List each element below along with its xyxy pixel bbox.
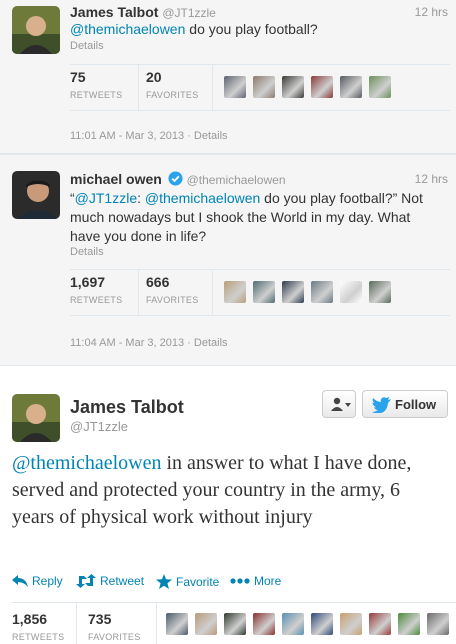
tweet-card: michael owen @themichaelowen 12 hrs “@JT…	[0, 154, 456, 366]
favoriter-avatar[interactable]	[369, 76, 391, 98]
tweet-author-handle[interactable]: @JT1zzle	[162, 6, 216, 20]
favoriter-avatar[interactable]	[398, 613, 420, 635]
tweet-text: @themichaelowen do you play football?	[70, 21, 318, 37]
favoriter-avatar[interactable]	[311, 76, 333, 98]
retweets-stat[interactable]: 1,697 RETWEETS	[70, 274, 122, 305]
favorites-stat[interactable]: 735 FAVORITES	[88, 611, 141, 642]
favoriter-avatar[interactable]	[340, 613, 362, 635]
favoriter-avatar[interactable]	[195, 613, 217, 635]
tweet-author-handle[interactable]: @JT1zzle	[70, 419, 128, 434]
user-dropdown-icon	[331, 397, 351, 411]
favoriter-avatar[interactable]	[224, 281, 246, 303]
bird-icon	[372, 397, 391, 413]
favoriter-avatar[interactable]	[369, 281, 391, 303]
divider	[138, 65, 139, 110]
mention-link[interactable]: @themichaelowen	[145, 190, 260, 206]
favoriter-avatar[interactable]	[282, 76, 304, 98]
details-link[interactable]: Details	[70, 246, 104, 258]
timestamp-details-link[interactable]: Details	[194, 130, 228, 142]
favorites-stat[interactable]: 666 FAVORITES	[146, 274, 199, 305]
retweets-stat[interactable]: 75 RETWEETS	[70, 69, 122, 100]
verified-badge-icon	[168, 171, 183, 186]
retweets-stat[interactable]: 1,856 RETWEETS	[12, 611, 64, 642]
tweet-timestamp: 11:01 AM - Mar 3, 2013 · Details	[70, 130, 228, 142]
avatar[interactable]	[12, 171, 60, 219]
tweet-stats: 75 RETWEETS 20 FAVORITES	[70, 64, 450, 111]
reply-action[interactable]: Reply	[12, 574, 63, 588]
more-action[interactable]: More	[230, 574, 281, 588]
favoriter-avatar[interactable]	[253, 281, 275, 303]
tweet-author-name[interactable]: michael owen	[70, 171, 162, 187]
favoriter-avatar[interactable]	[253, 613, 275, 635]
mention-link[interactable]: @themichaelowen	[70, 21, 185, 37]
favoriter-avatar[interactable]	[427, 613, 449, 635]
tweet-card: James Talbot @JT1zzle 12 hrs @themichael…	[0, 0, 456, 154]
divider	[138, 270, 139, 315]
tweet-timestamp: 11:04 AM - Mar 3, 2013 · Details	[70, 337, 228, 349]
retweet-icon	[76, 574, 96, 588]
favoriter-avatar[interactable]	[369, 613, 391, 635]
favorite-action[interactable]: Favorite	[156, 574, 219, 589]
favorites-stat[interactable]: 20 FAVORITES	[146, 69, 199, 100]
details-link[interactable]: Details	[70, 40, 104, 52]
favoriter-avatar[interactable]	[340, 76, 362, 98]
favoriter-avatar[interactable]	[166, 613, 188, 635]
tweet-stats: 1,697 RETWEETS 666 FAVORITES	[70, 269, 450, 316]
favoriter-avatar[interactable]	[224, 76, 246, 98]
tweet-time[interactable]: 12 hrs	[415, 172, 448, 186]
favoriter-avatar[interactable]	[282, 281, 304, 303]
favoriter-avatar[interactable]	[253, 76, 275, 98]
follow-button[interactable]: Follow	[362, 390, 448, 418]
more-dots-icon	[230, 578, 250, 584]
avatar[interactable]	[12, 394, 60, 442]
retweet-action[interactable]: Retweet	[76, 574, 144, 588]
tweet-stats: 1,856 RETWEETS 735 FAVORITES	[12, 602, 456, 644]
mention-link[interactable]: @themichaelowen	[12, 452, 161, 474]
favoriter-avatar[interactable]	[311, 613, 333, 635]
avatar[interactable]	[12, 6, 60, 54]
favoriter-avatar[interactable]	[311, 281, 333, 303]
user-actions-button[interactable]	[322, 390, 356, 418]
mention-link[interactable]: @JT1zzle	[75, 190, 137, 206]
tweet-author-name[interactable]: James Talbot	[70, 397, 184, 418]
favoriter-avatar[interactable]	[282, 613, 304, 635]
tweet-author-name[interactable]: James Talbot	[70, 4, 158, 20]
timestamp-details-link[interactable]: Details	[194, 337, 228, 349]
divider	[212, 65, 213, 110]
divider	[156, 603, 157, 644]
tweet-author-handle[interactable]: @themichaelowen	[187, 173, 286, 187]
reply-icon	[12, 575, 28, 587]
divider	[76, 603, 77, 644]
tweet-text: “@JT1zzle: @themichaelowen do you play f…	[70, 190, 423, 244]
expanded-tweet: James Talbot @JT1zzle Follow @themichael…	[0, 366, 456, 644]
favoriter-avatar[interactable]	[224, 613, 246, 635]
star-icon	[156, 574, 172, 589]
tweet-text: @themichaelowen in answer to what I have…	[12, 452, 412, 528]
tweet-time[interactable]: 12 hrs	[415, 5, 448, 19]
divider	[212, 270, 213, 315]
favoriter-avatar[interactable]	[340, 281, 362, 303]
